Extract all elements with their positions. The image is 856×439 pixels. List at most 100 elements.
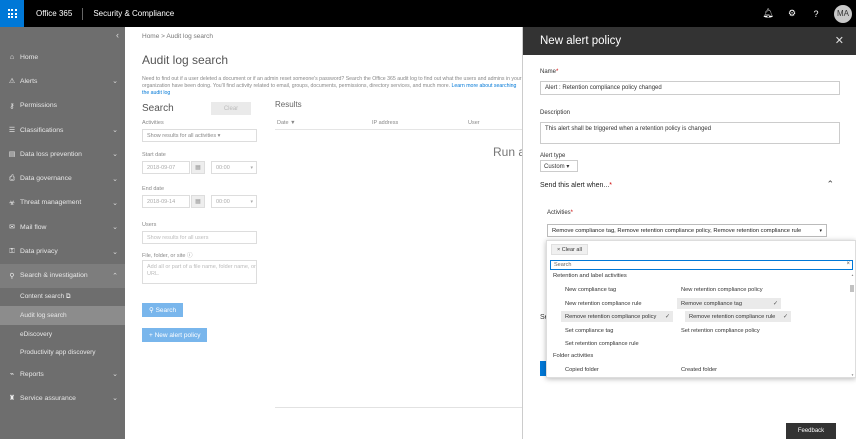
alert-icon: ⚠ (8, 78, 16, 86)
sidebar-subitem-content-search[interactable]: Content search ⧉ (0, 288, 125, 307)
send-alert-when-section[interactable]: Send this alert when...* (540, 182, 612, 189)
bell-icon[interactable]: 🔔︎ (762, 8, 774, 19)
sidebar-item-mail-flow[interactable]: ✉ Mail flow ⌄ (0, 215, 125, 239)
sidebar-item-data-privacy[interactable]: ⚿ Data privacy ⌄ (0, 239, 125, 263)
dlp-icon: ▤ (8, 151, 16, 159)
start-date-label: Start date (142, 152, 166, 158)
start-date-input[interactable]: 2018-09-07 (142, 161, 190, 174)
collapse-sidebar-icon[interactable]: ‹ (116, 30, 119, 40)
activities-select[interactable]: Remove compliance tag, Remove retention … (547, 224, 827, 237)
description-input[interactable]: This alert shall be triggered when a ret… (540, 122, 840, 144)
chevron-down-icon: ▾ (250, 198, 253, 205)
option-set-retention-compliance-policy[interactable]: Set retention compliance policy (677, 325, 795, 336)
sidebar-item-label: Mail flow (20, 223, 47, 231)
new-alert-policy-button[interactable]: + New alert policy (142, 328, 208, 342)
option-created-folder[interactable]: Created folder (677, 364, 795, 375)
classifications-icon: ☰ (8, 127, 16, 135)
help-icon[interactable]: ? (810, 9, 822, 19)
calendar-icon[interactable]: ▦ (191, 161, 205, 174)
intro-text: Need to find out if a user deleted a doc… (142, 76, 522, 97)
breadcrumb[interactable]: Home > Audit log search (142, 33, 213, 40)
start-time-value: 00:00 (216, 164, 230, 171)
option-remove-retention-compliance-policy[interactable]: Remove retention compliance policy ✓ (561, 311, 673, 322)
search-button[interactable]: ⚲ Search (142, 303, 184, 317)
chevron-down-icon: ⌄ (112, 151, 118, 159)
threat-icon: ☣ (8, 199, 16, 207)
activities-filter-select[interactable]: Show results for all activities ▾ (142, 129, 257, 142)
clear-all-chip[interactable]: × Clear all (551, 244, 588, 255)
activities-search-input[interactable]: Search × (550, 260, 853, 270)
sidebar-subitem-ediscovery[interactable]: eDiscovery (0, 325, 125, 344)
end-time-select[interactable]: 00:00 ▾ (211, 195, 257, 208)
calendar-icon[interactable]: ▦ (191, 195, 205, 208)
chevron-up-icon[interactable]: ⌃ (826, 179, 834, 190)
alert-type-select[interactable]: Custom ▾ (540, 160, 578, 172)
sidebar-item-threat-management[interactable]: ☣ Threat management ⌄ (0, 191, 125, 215)
run-search-message: Run a (493, 145, 526, 159)
chevron-down-icon: ⌄ (112, 175, 118, 183)
app-name[interactable]: Security & Compliance (83, 9, 174, 18)
option-set-compliance-tag[interactable]: Set compliance tag (561, 325, 673, 336)
required-marker: * (570, 210, 574, 216)
option-new-retention-compliance-rule[interactable]: New retention compliance rule (561, 298, 673, 309)
privacy-icon: ⚿ (9, 247, 15, 255)
results-divider (275, 129, 525, 130)
sidebar-item-reports[interactable]: ⌁ Reports ⌄ (0, 362, 125, 386)
checkmark-icon: ✓ (664, 314, 670, 320)
sidebar-item-permissions[interactable]: ⚷ Permissions (0, 94, 125, 118)
users-input[interactable]: Show results for all users (142, 231, 257, 244)
sidebar-item-data-governance[interactable]: ⎙ Data governance ⌄ (0, 166, 125, 190)
option-new-compliance-tag[interactable]: New compliance tag (561, 284, 673, 295)
horizontal-scrollbar[interactable] (275, 407, 525, 410)
sidebar-item-label: Data loss prevention (20, 150, 82, 158)
option-copied-folder[interactable]: Copied folder (561, 364, 673, 375)
file-folder-site-label-text: File, folder, or site (142, 253, 186, 259)
chevron-down-icon: ⌄ (112, 199, 118, 207)
info-icon[interactable]: ⓘ (187, 253, 193, 259)
search-placeholder: Search (554, 262, 572, 268)
sidebar-item-data-loss-prevention[interactable]: ▤ Data loss prevention ⌄ (0, 142, 125, 166)
scroll-down-icon[interactable]: ▼ (851, 373, 854, 377)
sidebar: ‹ ⌂ Home ⚠ Alerts ⌄ ⚷ Permissions ☰ Classific… (0, 27, 125, 439)
column-header-date[interactable]: Date ▼ (277, 120, 296, 126)
sidebar-subitem-productivity-app-discovery[interactable]: Productivity app discovery (0, 343, 125, 362)
app-launcher-icon[interactable] (0, 0, 24, 27)
avatar[interactable]: MA (834, 4, 852, 23)
brand-name[interactable]: Office 365 (24, 7, 84, 20)
option-remove-retention-compliance-rule[interactable]: Remove retention compliance rule ✓ (685, 311, 791, 322)
column-header-user[interactable]: User (468, 120, 480, 126)
sidebar-item-search-investigation[interactable]: ⚲ Search & investigation ⌃ (0, 263, 125, 288)
option-remove-compliance-tag[interactable]: Remove compliance tag ✓ (677, 298, 781, 309)
file-folder-site-input[interactable]: Add all or part of a file name, folder n… (142, 260, 257, 284)
sidebar-item-service-assurance[interactable]: ♜ Service assurance ⌄ (0, 386, 125, 410)
chevron-down-icon: ▾ (250, 164, 253, 171)
permissions-icon: ⚷ (9, 102, 15, 110)
panel-title: New alert policy (540, 35, 622, 47)
start-time-select[interactable]: 00:00 ▾ (211, 161, 257, 174)
end-date-input[interactable]: 2018-09-14 (142, 195, 190, 208)
feedback-button[interactable]: Feedback (786, 423, 836, 439)
dropdown-scrollbar[interactable]: ▲ ▼ (850, 273, 854, 377)
sidebar-item-home[interactable]: ⌂ Home (0, 45, 125, 69)
close-icon[interactable]: ✕ (835, 34, 844, 47)
required-marker: * (556, 69, 559, 75)
sidebar-subitem-audit-log-search[interactable]: Audit log search (0, 306, 125, 325)
column-header-ip[interactable]: IP address (372, 120, 398, 126)
sidebar-item-label: Alerts (20, 77, 38, 85)
option-new-retention-compliance-policy[interactable]: New retention compliance policy (677, 284, 795, 295)
sidebar-nav: ⌂ Home ⚠ Alerts ⌄ ⚷ Permissions ☰ Classificat… (0, 45, 125, 411)
end-date-label: End date (142, 186, 165, 192)
sidebar-item-label: Classifications (20, 126, 64, 134)
option-set-retention-compliance-rule[interactable]: Set retention compliance rule (561, 338, 673, 349)
activities-dropdown: × Clear all Search × Retention and label … (546, 240, 856, 378)
clear-search-icon[interactable]: × (846, 261, 850, 267)
sidebar-item-label: Service assurance (20, 394, 76, 402)
scroll-up-icon[interactable]: ▲ (851, 273, 854, 277)
gear-icon[interactable]: ⚙ (786, 8, 798, 19)
name-input[interactable]: Alert : Retention compliance policy chan… (540, 81, 840, 95)
sidebar-item-classifications[interactable]: ☰ Classifications ⌄ (0, 118, 125, 142)
sidebar-item-label: Search & investigation (20, 272, 88, 280)
sidebar-item-alerts[interactable]: ⚠ Alerts ⌄ (0, 69, 125, 93)
scrollbar-thumb[interactable] (850, 285, 854, 292)
clear-button[interactable]: Clear (211, 102, 251, 115)
